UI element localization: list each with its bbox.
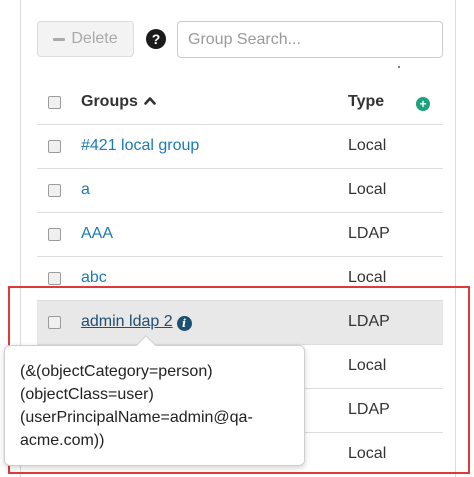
row-checkbox[interactable] bbox=[48, 228, 61, 241]
delete-button-label: Delete bbox=[71, 30, 118, 47]
group-name-link[interactable]: abc bbox=[81, 269, 107, 287]
group-name-link[interactable]: AAA bbox=[81, 225, 113, 243]
type-column-header: Type bbox=[348, 93, 385, 110]
decorative-dot bbox=[398, 66, 400, 68]
groups-column-header[interactable]: Groups bbox=[81, 93, 156, 111]
help-icon[interactable]: ? bbox=[146, 29, 166, 49]
sort-ascending-icon bbox=[144, 97, 156, 105]
group-type: Local bbox=[348, 181, 387, 198]
row-checkbox[interactable] bbox=[48, 272, 61, 285]
group-type: Local bbox=[348, 269, 387, 286]
groups-toolbar: Delete ? bbox=[0, 0, 474, 80]
select-all-checkbox[interactable] bbox=[48, 96, 61, 109]
group-type: Local bbox=[348, 357, 387, 374]
tooltip-line: (userPrincipalName=admin@qa- bbox=[20, 409, 253, 426]
row-checkbox[interactable] bbox=[48, 140, 61, 153]
info-icon[interactable]: i bbox=[176, 316, 192, 331]
minus-icon bbox=[53, 37, 66, 41]
group-name-link[interactable]: a bbox=[81, 181, 90, 199]
row-checkbox[interactable] bbox=[48, 316, 61, 329]
delete-button[interactable]: Delete bbox=[37, 21, 134, 57]
group-type: Local bbox=[348, 445, 387, 462]
group-name-link-hovered[interactable]: admin ldap 2i bbox=[81, 313, 192, 331]
table-row[interactable]: abc Local bbox=[37, 256, 443, 300]
table-row[interactable]: #421 local group Local bbox=[37, 124, 443, 168]
group-type: Local bbox=[348, 137, 387, 154]
table-header-row: Groups Type + bbox=[37, 80, 443, 124]
table-row-highlighted[interactable]: admin ldap 2i LDAP bbox=[37, 300, 443, 344]
tooltip-line: acme.com)) bbox=[20, 432, 105, 449]
table-row[interactable]: a Local bbox=[37, 168, 443, 212]
group-type: LDAP bbox=[348, 225, 390, 242]
group-name-link[interactable]: #421 local group bbox=[81, 137, 199, 155]
add-group-icon[interactable]: + bbox=[416, 97, 430, 111]
group-type: LDAP bbox=[348, 313, 390, 330]
ldap-filter-tooltip: (&(objectCategory=person) (objectClass=u… bbox=[4, 345, 305, 466]
table-row[interactable]: AAA LDAP bbox=[37, 212, 443, 256]
row-checkbox[interactable] bbox=[48, 184, 61, 197]
group-type: LDAP bbox=[348, 401, 390, 418]
tooltip-line: (objectClass=user) bbox=[20, 386, 154, 403]
groups-column-label: Groups bbox=[81, 93, 138, 110]
group-search-input[interactable] bbox=[177, 21, 443, 58]
tooltip-line: (&(objectCategory=person) bbox=[20, 363, 213, 380]
group-name-text[interactable]: admin ldap 2 bbox=[81, 313, 173, 330]
